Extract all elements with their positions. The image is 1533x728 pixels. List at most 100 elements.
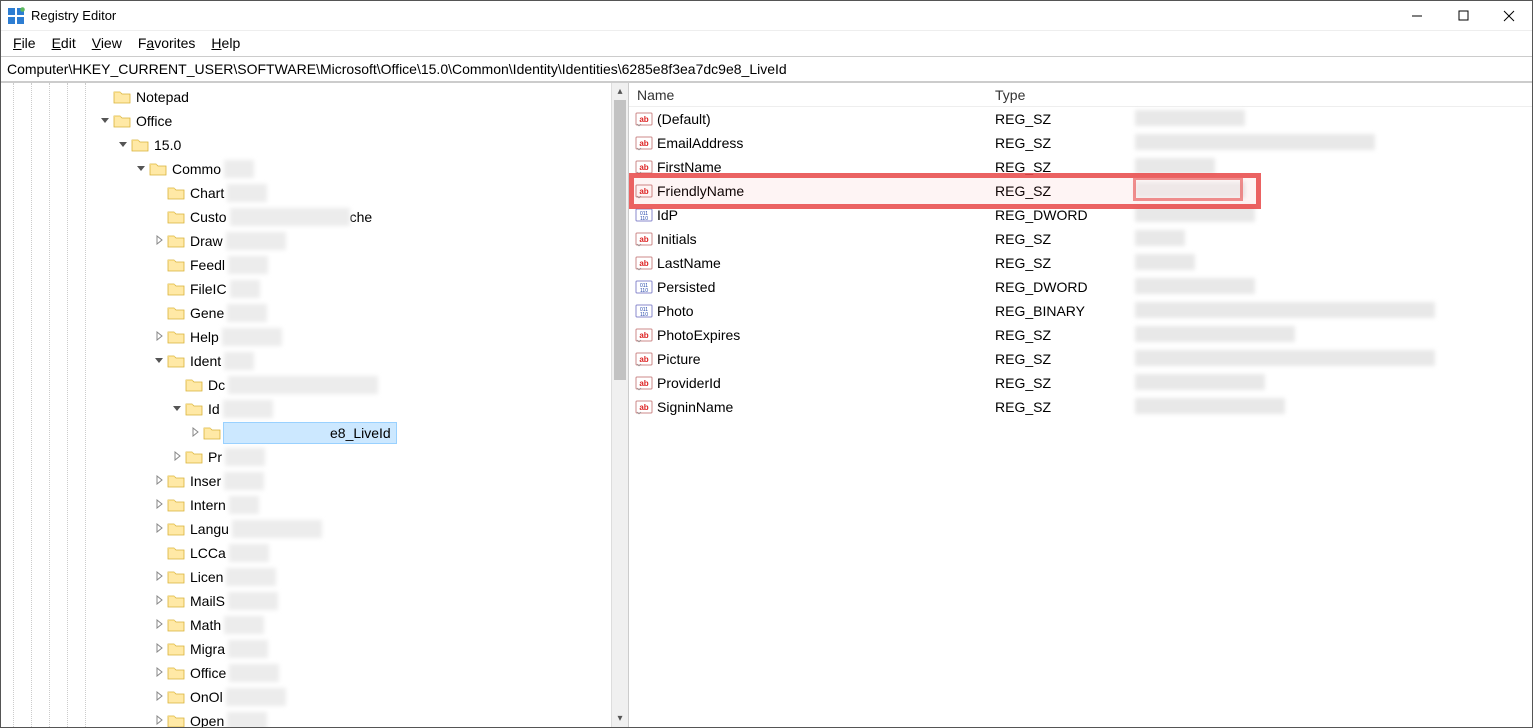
list-row[interactable]: abLastNameREG_SZ bbox=[629, 251, 1532, 275]
list-row[interactable]: 011110PersistedREG_DWORD bbox=[629, 275, 1532, 299]
tree-node[interactable]: Migra bbox=[1, 637, 628, 661]
tree-node[interactable]: Ident bbox=[1, 349, 628, 373]
scroll-up-icon[interactable]: ▴ bbox=[612, 83, 628, 100]
list-pane[interactable]: Name Type ab(Default)REG_SZabEmailAddres… bbox=[629, 83, 1532, 727]
redacted-text bbox=[228, 592, 278, 610]
address-input[interactable] bbox=[1, 57, 1532, 81]
tree-pane[interactable]: NotepadOffice15.0CommoChartCustocheDrawF… bbox=[1, 83, 629, 727]
folder-icon bbox=[167, 521, 185, 537]
tree-scrollbar[interactable]: ▴ ▾ bbox=[611, 83, 628, 727]
tree-node[interactable]: LCCa bbox=[1, 541, 628, 565]
chevron-down-icon[interactable] bbox=[133, 163, 149, 176]
chevron-right-icon[interactable] bbox=[151, 523, 167, 536]
chevron-right-icon[interactable] bbox=[169, 451, 185, 464]
chevron-right-icon[interactable] bbox=[151, 475, 167, 488]
tree-node[interactable]: Help bbox=[1, 325, 628, 349]
chevron-right-icon[interactable] bbox=[151, 643, 167, 656]
tree-node[interactable]: 15.0 bbox=[1, 133, 628, 157]
value-type: REG_DWORD bbox=[987, 207, 1127, 223]
tree-node[interactable]: Feedl bbox=[1, 253, 628, 277]
chevron-right-icon[interactable] bbox=[151, 691, 167, 704]
value-data bbox=[1127, 254, 1532, 273]
tree-node[interactable]: Langu bbox=[1, 517, 628, 541]
chevron-down-icon[interactable] bbox=[151, 355, 167, 368]
chevron-right-icon[interactable] bbox=[151, 667, 167, 680]
folder-icon bbox=[167, 545, 185, 561]
value-name: LastName bbox=[657, 255, 721, 271]
chevron-right-icon[interactable] bbox=[151, 499, 167, 512]
redacted-text bbox=[224, 160, 254, 178]
tree-node[interactable]: Notepad bbox=[1, 85, 628, 109]
tree-node[interactable]: Pr bbox=[1, 445, 628, 469]
chevron-down-icon[interactable] bbox=[115, 139, 131, 152]
chevron-right-icon[interactable] bbox=[151, 331, 167, 344]
column-header-name[interactable]: Name bbox=[629, 87, 987, 103]
list-row[interactable]: abSigninNameREG_SZ bbox=[629, 395, 1532, 419]
list-row[interactable]: abFirstNameREG_SZ bbox=[629, 155, 1532, 179]
redacted-text bbox=[225, 448, 265, 466]
list-row[interactable]: 011110PhotoREG_BINARY bbox=[629, 299, 1532, 323]
tree-node[interactable]: Draw bbox=[1, 229, 628, 253]
folder-icon bbox=[167, 305, 185, 321]
tree-node[interactable]: Math bbox=[1, 613, 628, 637]
cell-name: abPhotoExpires bbox=[629, 326, 987, 344]
list-row[interactable]: abProviderIdREG_SZ bbox=[629, 371, 1532, 395]
tree-node[interactable]: Inser bbox=[1, 469, 628, 493]
chevron-right-icon[interactable] bbox=[151, 235, 167, 248]
tree-node[interactable]: Gene bbox=[1, 301, 628, 325]
minimize-button[interactable] bbox=[1394, 1, 1440, 31]
folder-icon bbox=[167, 569, 185, 585]
svg-text:110: 110 bbox=[640, 216, 648, 222]
list-row[interactable]: abPhotoExpiresREG_SZ bbox=[629, 323, 1532, 347]
list-row[interactable]: abPictureREG_SZ bbox=[629, 347, 1532, 371]
list-row[interactable]: abInitialsREG_SZ bbox=[629, 227, 1532, 251]
chevron-right-icon[interactable] bbox=[151, 715, 167, 728]
reg-binary-icon: 011110 bbox=[635, 302, 653, 320]
chevron-down-icon[interactable] bbox=[169, 403, 185, 416]
reg-sz-icon: ab bbox=[635, 134, 653, 152]
chevron-right-icon[interactable] bbox=[151, 619, 167, 632]
tree-node[interactable]: OnOl bbox=[1, 685, 628, 709]
redacted-text bbox=[226, 568, 276, 586]
tree-node[interactable]: Dc bbox=[1, 373, 628, 397]
tree-node-label: Draw bbox=[187, 232, 226, 250]
value-type: REG_SZ bbox=[987, 399, 1127, 415]
tree-node-label: Commo bbox=[169, 160, 224, 178]
tree-node[interactable]: FileIC bbox=[1, 277, 628, 301]
chevron-right-icon[interactable] bbox=[151, 571, 167, 584]
tree-node[interactable]: Office bbox=[1, 109, 628, 133]
value-data bbox=[1127, 302, 1532, 321]
menu-help[interactable]: Help bbox=[205, 34, 246, 52]
tree-node[interactable]: Chart bbox=[1, 181, 628, 205]
tree-node[interactable]: Id bbox=[1, 397, 628, 421]
tree-node[interactable]: MailS bbox=[1, 589, 628, 613]
tree-node[interactable]: Open bbox=[1, 709, 628, 727]
menu-edit[interactable]: Edit bbox=[46, 34, 82, 52]
tree-node[interactable]: e8_LiveId bbox=[1, 421, 628, 445]
value-type: REG_SZ bbox=[987, 351, 1127, 367]
value-type: REG_SZ bbox=[987, 111, 1127, 127]
scroll-down-icon[interactable]: ▾ bbox=[612, 710, 628, 727]
scroll-thumb[interactable] bbox=[614, 100, 626, 380]
column-header-type[interactable]: Type bbox=[987, 87, 1127, 103]
chevron-right-icon[interactable] bbox=[187, 427, 203, 440]
menu-favorites[interactable]: Favorites bbox=[132, 34, 202, 52]
tree-node[interactable]: Intern bbox=[1, 493, 628, 517]
tree-node[interactable]: Licen bbox=[1, 565, 628, 589]
value-name: IdP bbox=[657, 207, 678, 223]
maximize-button[interactable] bbox=[1440, 1, 1486, 31]
tree-node[interactable]: Custoche bbox=[1, 205, 628, 229]
list-row[interactable]: ab(Default)REG_SZ bbox=[629, 107, 1532, 131]
chevron-right-icon[interactable] bbox=[151, 595, 167, 608]
tree-node[interactable]: Commo bbox=[1, 157, 628, 181]
list-row[interactable]: abEmailAddressREG_SZ bbox=[629, 131, 1532, 155]
chevron-down-icon[interactable] bbox=[97, 115, 113, 128]
menu-view[interactable]: View bbox=[86, 34, 128, 52]
folder-icon bbox=[167, 497, 185, 513]
folder-icon bbox=[167, 353, 185, 369]
list-row[interactable]: 011110IdPREG_DWORD bbox=[629, 203, 1532, 227]
list-row[interactable]: abFriendlyNameREG_SZ bbox=[629, 179, 1532, 203]
menu-file[interactable]: File bbox=[7, 34, 42, 52]
close-button[interactable] bbox=[1486, 1, 1532, 31]
tree-node[interactable]: Office bbox=[1, 661, 628, 685]
